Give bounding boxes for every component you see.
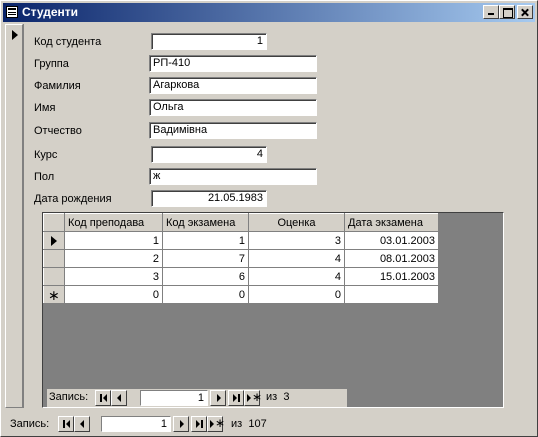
teacher-id-cell[interactable]: 1 — [64, 231, 163, 250]
row-selector[interactable] — [43, 267, 65, 286]
group-field[interactable]: РП-410 — [149, 55, 317, 72]
record-selector[interactable] — [5, 24, 23, 408]
teacher-id-cell[interactable]: 3 — [64, 267, 163, 286]
grade-cell[interactable]: 4 — [248, 249, 345, 268]
window-title: Студенти — [22, 5, 79, 19]
column-header-teacher-id[interactable]: Код преподава — [64, 213, 163, 232]
subform-record-count: из 3 — [266, 391, 289, 403]
maximize-button[interactable] — [499, 5, 515, 19]
grade-cell[interactable]: 3 — [248, 231, 345, 250]
last-name-field[interactable]: Агаркова — [149, 77, 317, 94]
first-record-button[interactable] — [58, 416, 74, 432]
field-label-last-name: Фамилия — [34, 80, 81, 92]
table-row: 1 1 3 03.01.2003 — [43, 231, 439, 250]
close-icon — [518, 6, 532, 18]
subform-record-navigator: Запись: 1 ∗ из 3 — [47, 389, 347, 407]
exams-subform: Код преподава Код экзамена Оценка Дата э… — [42, 212, 504, 408]
column-header-grade[interactable]: Оценка — [248, 213, 345, 232]
current-record-icon — [51, 236, 57, 246]
prev-record-button[interactable] — [74, 416, 90, 432]
new-record-row: ∗ 0 0 0 — [43, 285, 439, 304]
new-record-button[interactable]: ∗ — [207, 416, 225, 432]
exam-id-cell[interactable]: 0 — [162, 285, 249, 304]
field-label-gender: Пол — [34, 171, 55, 183]
header-row: Код преподава Код экзамена Оценка Дата э… — [43, 213, 439, 232]
record-total: 3 — [283, 391, 290, 403]
row-selector[interactable] — [43, 231, 65, 250]
exam-id-cell[interactable]: 6 — [162, 267, 249, 286]
new-record-icon: ∗ — [245, 390, 262, 405]
first-record-icon — [59, 417, 73, 431]
row-selector[interactable]: ∗ — [43, 285, 65, 304]
next-record-button[interactable] — [173, 416, 189, 432]
form-record-navigator: Запись: 1 ∗ из 107 — [10, 416, 310, 433]
row-selector[interactable] — [43, 249, 65, 268]
field-label-birth-date: Дата рождения — [34, 193, 112, 205]
form-divider — [23, 24, 24, 408]
column-header-exam-date[interactable]: Дата экзамена — [344, 213, 439, 232]
next-record-icon — [174, 417, 188, 431]
exam-date-cell[interactable]: 15.01.2003 — [344, 267, 439, 286]
patronymic-field[interactable]: Вадимівна — [149, 122, 317, 139]
of-label: из — [266, 391, 278, 403]
first-record-icon — [96, 391, 110, 405]
of-label: из — [231, 418, 243, 430]
subform-new-record-button[interactable]: ∗ — [244, 390, 262, 406]
new-record-icon: ∗ — [48, 287, 60, 303]
field-label-patronymic: Отчество — [34, 125, 82, 137]
form-record-count: из 107 — [231, 418, 267, 430]
last-record-icon — [229, 391, 243, 405]
subform-record-label: Запись: — [49, 391, 89, 403]
exam-id-cell[interactable]: 1 — [162, 231, 249, 250]
subform-first-record-button[interactable] — [95, 390, 111, 406]
subform-prev-record-button[interactable] — [111, 390, 127, 406]
field-label-course: Курс — [34, 149, 58, 161]
prev-record-icon — [112, 391, 126, 405]
table-row: 2 7 4 08.01.2003 — [43, 249, 439, 268]
column-header-exam-id[interactable]: Код экзамена — [162, 213, 249, 232]
grade-cell[interactable]: 4 — [248, 267, 345, 286]
subform-last-record-button[interactable] — [228, 390, 244, 406]
exam-date-cell[interactable]: 08.01.2003 — [344, 249, 439, 268]
field-label-student-id: Код студента — [34, 36, 102, 48]
exam-date-cell[interactable] — [344, 285, 439, 304]
close-button[interactable] — [517, 5, 533, 19]
grade-cell[interactable]: 0 — [248, 285, 345, 304]
record-total: 107 — [248, 418, 267, 430]
first-name-field[interactable]: Ольга — [149, 99, 317, 116]
field-label-group: Группа — [34, 58, 69, 70]
minimize-icon — [484, 6, 498, 18]
current-record-icon — [12, 30, 18, 40]
course-field[interactable]: 4 — [151, 146, 267, 163]
exam-id-cell[interactable]: 7 — [162, 249, 249, 268]
field-label-first-name: Имя — [34, 102, 56, 114]
last-record-button[interactable] — [191, 416, 207, 432]
record-number-input[interactable]: 1 — [101, 416, 171, 432]
title-bar[interactable]: Студенти — [3, 3, 535, 22]
new-record-icon: ∗ — [208, 416, 225, 431]
birth-date-field[interactable]: 21.05.1983 — [151, 190, 267, 207]
student-id-field[interactable]: 1 — [151, 33, 267, 50]
students-form-window: Студенти Код студента 1 Группа РП-410 Фа… — [0, 0, 538, 437]
subform-next-record-button[interactable] — [210, 390, 226, 406]
prev-record-icon — [75, 417, 89, 431]
select-all-corner[interactable] — [43, 213, 65, 232]
form-icon — [6, 6, 18, 18]
subform-record-number-input[interactable]: 1 — [140, 390, 208, 406]
last-record-icon — [192, 417, 206, 431]
next-record-icon — [211, 391, 225, 405]
teacher-id-cell[interactable]: 0 — [64, 285, 163, 304]
table-row: 3 6 4 15.01.2003 — [43, 267, 439, 286]
exam-date-cell[interactable]: 03.01.2003 — [344, 231, 439, 250]
teacher-id-cell[interactable]: 2 — [64, 249, 163, 268]
exams-datasheet: Код преподава Код экзамена Оценка Дата э… — [43, 213, 439, 304]
gender-field[interactable]: ж — [149, 168, 317, 185]
minimize-button[interactable] — [483, 5, 499, 19]
maximize-icon — [500, 6, 514, 18]
form-record-label: Запись: — [10, 418, 50, 430]
